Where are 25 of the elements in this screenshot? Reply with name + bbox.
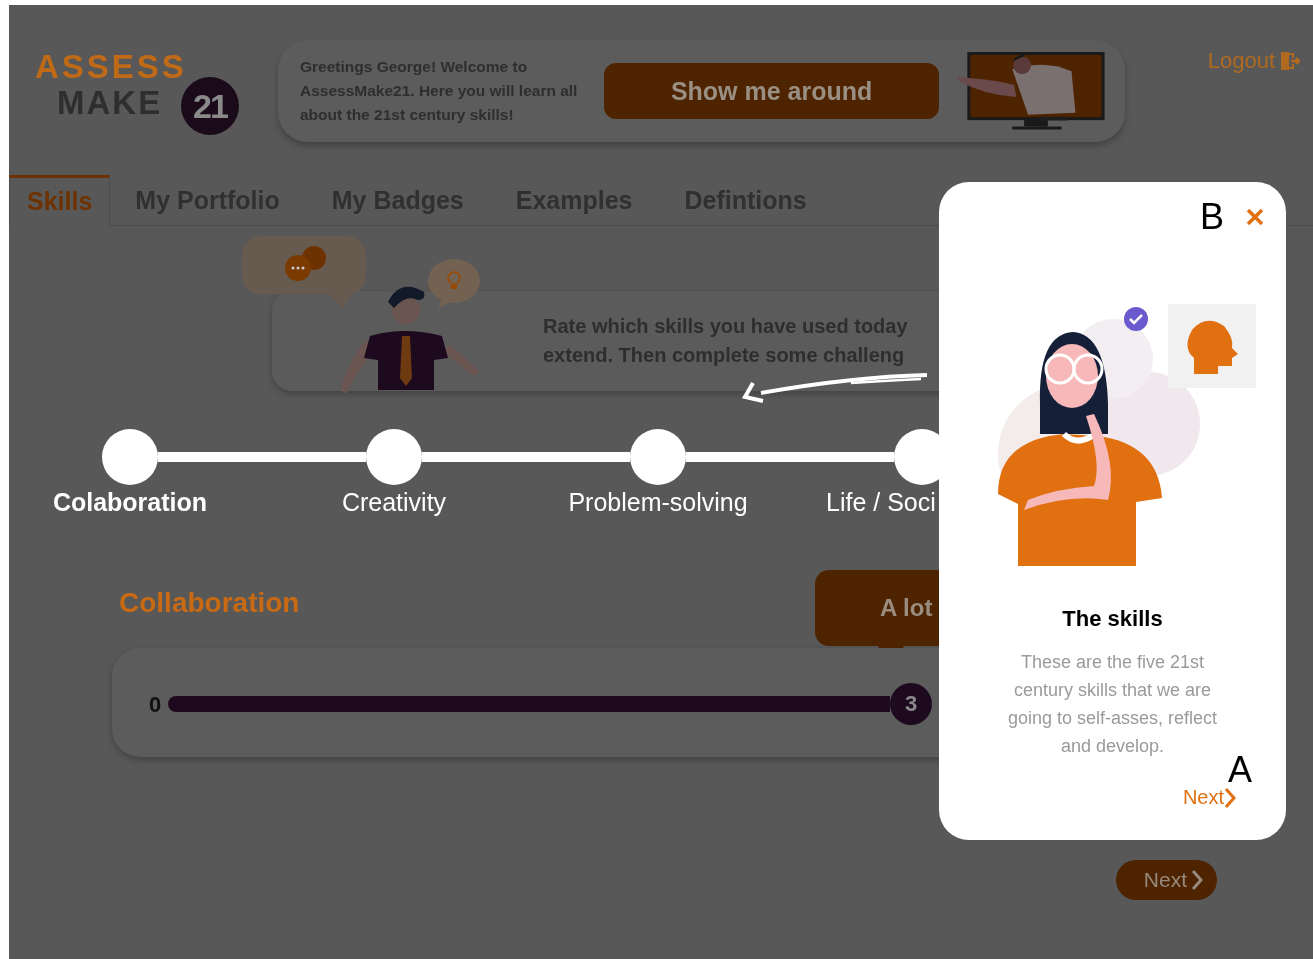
door-exit-icon: [1279, 50, 1301, 72]
step-label[interactable]: Problem-solving: [568, 488, 748, 517]
close-button[interactable]: [1246, 208, 1264, 226]
close-icon: [1246, 208, 1264, 226]
show-me-around-button[interactable]: Show me around: [604, 63, 939, 119]
step-label[interactable]: Life / Soci: [826, 488, 936, 517]
slider-track[interactable]: [168, 696, 890, 712]
step-dot[interactable]: [366, 429, 422, 485]
popup-title: The skills: [1062, 606, 1163, 632]
step-dot[interactable]: [630, 429, 686, 485]
logo-badge: 21: [181, 77, 239, 135]
annotation-label: A: [1228, 752, 1252, 788]
annotation-label: B: [1200, 199, 1224, 235]
tooltip-text: A lot: [880, 594, 933, 622]
next-button[interactable]: Next: [1115, 860, 1217, 900]
step-dot[interactable]: [102, 429, 158, 485]
slider-thumb[interactable]: 3: [890, 683, 932, 725]
chevron-right-icon: [1191, 869, 1203, 891]
popup-next-link[interactable]: Next: [1182, 786, 1236, 809]
popup-description: These are the five 21st century skills that we are going to self-asses, reflect and develop.: [1006, 651, 1219, 758]
chevron-right-icon: [1224, 786, 1236, 809]
slider-min-label: 0: [149, 692, 162, 718]
skill-heading: Collaboration: [119, 587, 300, 619]
step-label[interactable]: Colaboration: [52, 488, 208, 517]
step-label[interactable]: Creativity: [341, 488, 447, 517]
